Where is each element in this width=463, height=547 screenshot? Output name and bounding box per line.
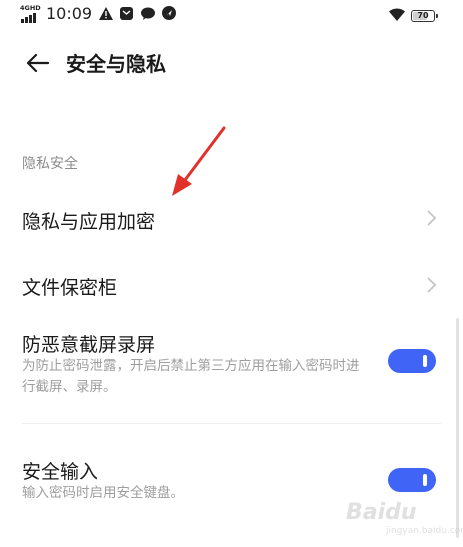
mail-icon xyxy=(119,6,134,21)
settings-item-description: 输入密码时启用安全键盘。 xyxy=(22,485,184,501)
chevron-right-icon xyxy=(425,209,437,227)
status-bar-left: 4GHD 10:09 xyxy=(20,3,176,23)
status-bar-right: 70 xyxy=(389,6,438,25)
anti-screenshot-toggle[interactable] xyxy=(388,349,436,373)
signal-icon: 4GHD xyxy=(20,3,44,23)
page-title: 安全与隐私 xyxy=(66,52,166,76)
status-time: 10:09 xyxy=(46,3,93,23)
settings-item-label: 隐私与应用加密 xyxy=(22,211,156,233)
divider xyxy=(22,423,441,424)
battery-level: 70 xyxy=(417,10,429,20)
battery-icon: 70 xyxy=(411,9,438,22)
arrow-left-icon[interactable] xyxy=(24,50,50,76)
toggle-knob xyxy=(423,355,427,367)
settings-item-label: 防恶意截屏录屏 xyxy=(22,334,156,356)
watermark-sub: jingyan.baidu.com xyxy=(386,526,463,536)
wifi-icon xyxy=(389,6,405,25)
status-bar: 4GHD 10:09 70 xyxy=(0,0,463,28)
app-header: 安全与隐私 xyxy=(0,38,463,88)
scrollbar[interactable] xyxy=(456,318,459,538)
settings-item-label: 文件保密柜 xyxy=(22,277,118,299)
chat-bubble-icon xyxy=(140,6,155,21)
alert-icon xyxy=(98,6,113,21)
settings-item-description: 为防止密码泄露，开启后禁止第三方应用在输入密码时进行截屏、录屏。 xyxy=(22,358,360,395)
baidu-watermark: Baidu jingyan.baidu.com xyxy=(346,498,463,542)
network-type-label: 4GHD xyxy=(20,4,41,12)
secure-input-toggle[interactable] xyxy=(388,468,436,492)
annotation-arrow-icon xyxy=(160,118,240,208)
section-title: 隐私安全 xyxy=(22,156,78,172)
navigation-icon xyxy=(161,6,176,21)
settings-item-label: 安全输入 xyxy=(22,461,99,483)
watermark-logo: Baidu xyxy=(346,500,417,525)
toggle-knob xyxy=(423,474,427,486)
chevron-right-icon xyxy=(425,276,437,294)
